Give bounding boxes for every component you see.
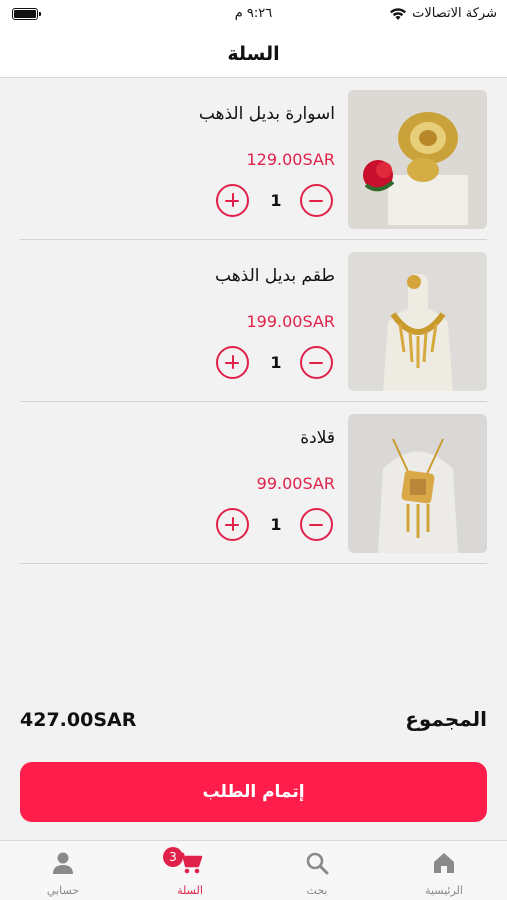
increase-quantity-button[interactable] — [216, 508, 249, 541]
decrease-quantity-button[interactable] — [300, 508, 333, 541]
tab-label: بحث — [306, 884, 328, 897]
product-price: 99.00SAR — [256, 474, 335, 493]
cart-count-badge: 3 — [163, 847, 183, 867]
checkout-button[interactable]: إتمام الطلب — [20, 762, 487, 822]
quantity-value: 1 — [270, 191, 282, 210]
tab-home[interactable]: الرئيسية — [381, 841, 507, 900]
status-carrier: شركة الاتصالات — [389, 6, 497, 21]
status-bar: ٩:٢٦ م شركة الاتصالات — [0, 0, 507, 30]
total-label: المجموع — [405, 707, 487, 731]
home-icon — [434, 853, 454, 873]
product-price: 199.00SAR — [246, 312, 336, 331]
cart-item: اسوارة بديل الذهب 129.00SAR 1 — [20, 78, 487, 240]
increase-quantity-button[interactable] — [216, 184, 249, 217]
total-row: 427.00SAR المجموع — [20, 703, 487, 739]
tab-cart[interactable]: 3 السلة — [127, 841, 253, 900]
total-value: 427.00SAR — [20, 709, 137, 731]
tab-label: الرئيسية — [425, 884, 463, 897]
decrease-quantity-button[interactable] — [300, 346, 333, 379]
tab-label: حسابي — [46, 884, 80, 897]
page-header: السلة — [0, 30, 507, 78]
tab-label: السلة — [177, 884, 203, 897]
product-name: طقم بديل الذهب — [215, 266, 335, 286]
quantity-stepper: 1 — [216, 184, 336, 218]
decrease-quantity-button[interactable] — [300, 184, 333, 217]
gold-bracelet-image — [348, 90, 487, 229]
product-image[interactable] — [348, 252, 487, 391]
wifi-icon — [390, 7, 407, 20]
tab-search[interactable]: بحث — [254, 841, 380, 900]
product-price: 129.00SAR — [246, 150, 336, 169]
page-title: السلة — [227, 42, 280, 65]
quantity-stepper: 1 — [216, 346, 336, 380]
tab-bar: الرئيسية بحث 3 السلة حسابي — [0, 840, 507, 900]
cart-item: طقم بديل الذهب 199.00SAR 1 — [20, 240, 487, 402]
tab-account[interactable]: حسابي — [0, 841, 126, 900]
search-icon — [306, 852, 329, 875]
user-icon — [53, 852, 73, 874]
status-time: ٩:٢٦ م — [234, 6, 273, 21]
gold-pendant-necklace-image — [348, 414, 487, 553]
carrier-name: شركة الاتصالات — [412, 6, 497, 21]
product-image[interactable] — [348, 414, 487, 553]
quantity-stepper: 1 — [216, 508, 336, 542]
product-image[interactable] — [348, 90, 487, 229]
gold-necklace-set-image — [348, 252, 487, 391]
product-name: قلادة — [300, 428, 335, 448]
increase-quantity-button[interactable] — [216, 346, 249, 379]
checkout-label: إتمام الطلب — [202, 782, 305, 802]
quantity-value: 1 — [270, 353, 282, 372]
cart-item: قلادة 99.00SAR 1 — [20, 402, 487, 564]
product-name: اسوارة بديل الذهب — [198, 104, 335, 124]
battery-icon — [12, 8, 41, 20]
quantity-value: 1 — [270, 515, 282, 534]
